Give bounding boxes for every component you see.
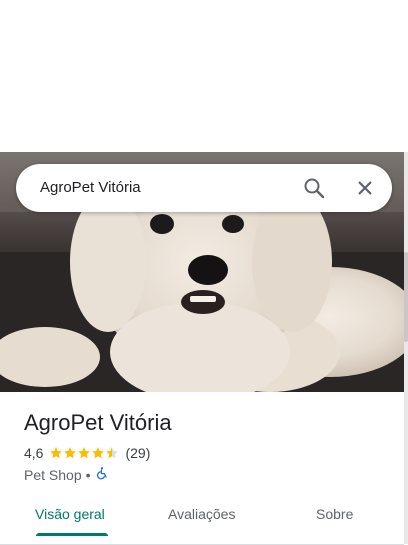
separator-dot: • (85, 466, 91, 483)
tab-about[interactable]: Sobre (316, 506, 353, 522)
star-icon (92, 447, 105, 459)
review-count[interactable]: (29) (125, 445, 150, 461)
search-query-text[interactable]: AgroPet Vitória (40, 179, 141, 196)
close-icon[interactable] (353, 176, 377, 200)
rating-value: 4,6 (24, 445, 44, 461)
tab-bar: Visão geral Avaliações Sobre (0, 496, 404, 545)
half-star-icon (106, 447, 119, 459)
tab-reviews[interactable]: Avaliações (168, 506, 235, 522)
category-row: Pet Shop • (24, 466, 109, 483)
category-label[interactable]: Pet Shop (24, 467, 82, 483)
search-bar[interactable]: AgroPet Vitória (16, 164, 392, 212)
tab-overview[interactable]: Visão geral (35, 506, 105, 522)
star-icon (50, 447, 63, 459)
active-tab-indicator (36, 533, 108, 536)
search-icon[interactable] (302, 176, 326, 200)
rating-row[interactable]: 4,6 (29) (24, 445, 150, 461)
star-icon (78, 447, 91, 459)
scrollbar-thumb[interactable] (404, 252, 408, 342)
wheelchair-icon (95, 466, 109, 483)
scrollbar[interactable] (404, 152, 408, 544)
star-icon (64, 447, 77, 459)
place-name: AgroPet Vitória (24, 410, 172, 435)
star-rating (49, 446, 119, 460)
